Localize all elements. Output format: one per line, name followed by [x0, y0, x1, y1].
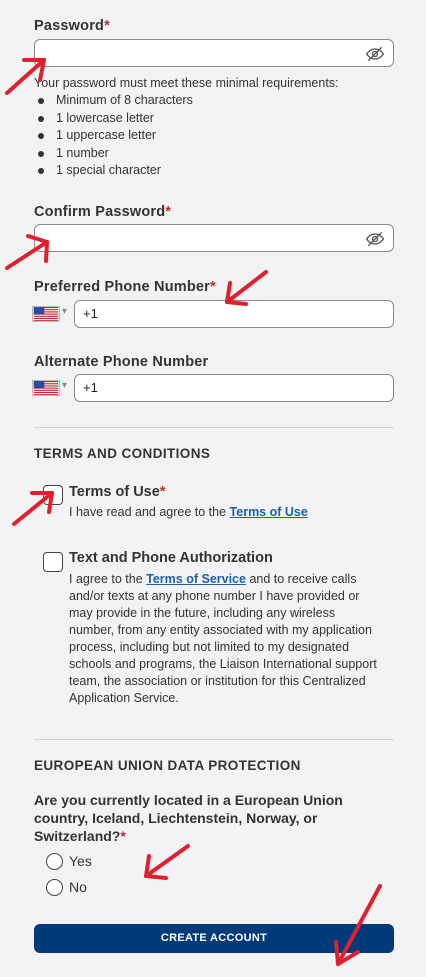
eu-no-radio[interactable]: [46, 879, 63, 896]
annotation-arrow-icon: [225, 270, 268, 306]
eu-yes-radio[interactable]: [46, 853, 63, 870]
requirement-item: 1 lowercase letter: [38, 110, 193, 128]
requirement-item: 1 uppercase letter: [38, 127, 193, 145]
annotation-arrow-icon: [334, 884, 382, 966]
eye-slash-icon[interactable]: [365, 229, 385, 249]
terms-of-use-title: Terms of Use*: [69, 484, 166, 500]
terms-of-use-link[interactable]: Terms of Use: [230, 505, 308, 519]
annotation-arrow-icon: [5, 234, 49, 270]
alternate-phone-row: ▾ +1: [32, 374, 394, 402]
confirm-password-label: Confirm Password*: [34, 204, 172, 220]
text-phone-auth-title: Text and Phone Authorization: [69, 550, 273, 566]
requirement-item: 1 special character: [38, 162, 193, 180]
alternate-phone-label: Alternate Phone Number: [34, 354, 209, 370]
eu-question: Are you currently located in a European …: [34, 792, 343, 844]
terms-of-service-link[interactable]: Terms of Service: [146, 572, 246, 586]
annotation-arrow-icon: [144, 844, 190, 880]
preferred-phone-row: ▾ +1: [32, 300, 394, 328]
requirement-item: Minimum of 8 characters: [38, 92, 193, 110]
eu-no-label[interactable]: No: [69, 879, 87, 895]
preferred-phone-label: Preferred Phone Number*: [34, 279, 216, 295]
alternate-phone-input[interactable]: +1: [74, 374, 394, 402]
password-requirements-list: Minimum of 8 characters 1 lowercase lett…: [38, 92, 193, 180]
text-phone-auth-checkbox[interactable]: [43, 552, 63, 572]
requirement-item: 1 number: [38, 145, 193, 163]
confirm-password-input[interactable]: [34, 224, 394, 252]
annotation-arrow-icon: [12, 491, 54, 526]
chevron-down-icon[interactable]: ▾: [62, 380, 67, 391]
us-flag-icon[interactable]: [32, 380, 60, 396]
eu-section-title: EUROPEAN UNION DATA PROTECTION: [34, 758, 301, 773]
password-label: Password*: [34, 18, 110, 34]
password-requirements-intro: Your password must meet these minimal re…: [34, 76, 339, 90]
eu-yes-label[interactable]: Yes: [69, 853, 92, 869]
text-phone-auth-text: I agree to the Terms of Service and to r…: [69, 572, 377, 705]
us-flag-icon[interactable]: [32, 306, 60, 322]
terms-of-use-text: I have read and agree to the Terms of Us…: [69, 505, 308, 519]
section-divider: [34, 427, 394, 428]
password-input[interactable]: [34, 39, 394, 67]
annotation-arrow-icon: [5, 58, 46, 95]
eye-slash-icon[interactable]: [365, 44, 385, 64]
section-divider: [34, 739, 394, 740]
terms-section-title: TERMS AND CONDITIONS: [34, 446, 211, 461]
chevron-down-icon[interactable]: ▾: [62, 306, 67, 317]
